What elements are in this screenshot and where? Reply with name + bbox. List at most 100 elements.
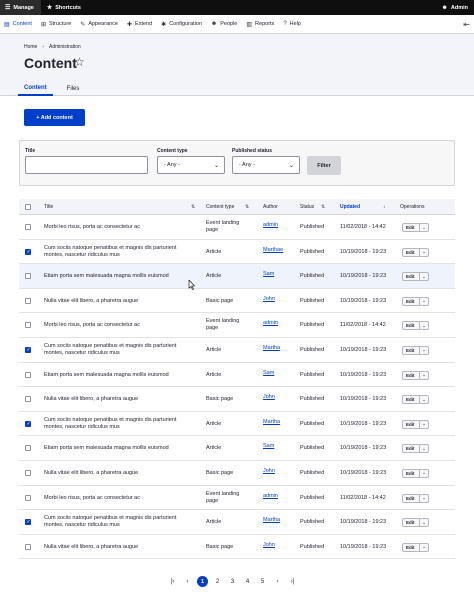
row-checkbox[interactable] xyxy=(25,494,31,501)
shortcuts-button[interactable]: ★ Shortcuts xyxy=(41,0,87,15)
edit-button[interactable]: Edit xyxy=(403,248,420,256)
row-title[interactable]: Nulla vitae elit libero, a pharetra augu… xyxy=(44,470,194,477)
status-select[interactable]: - Any - ⌄ xyxy=(232,156,300,174)
edit-button[interactable]: Edit xyxy=(403,273,420,281)
row-author[interactable]: Martha xyxy=(263,345,280,352)
chevron-down-icon[interactable]: ⌄ xyxy=(420,372,428,379)
pager-page[interactable]: 2 xyxy=(210,579,225,585)
edit-button[interactable]: Edit xyxy=(403,420,420,428)
collapse-toolbar-icon[interactable]: ⇤ xyxy=(463,20,470,29)
row-checkbox[interactable] xyxy=(25,396,31,403)
row-author[interactable]: admin xyxy=(263,320,278,327)
edit-button[interactable]: Edit xyxy=(403,396,420,404)
menu-item-content[interactable]: ▤ Content xyxy=(4,15,32,34)
menu-item-appearance[interactable]: ✎ Appearance xyxy=(80,15,118,34)
row-author[interactable]: Marthae xyxy=(263,247,283,254)
edit-button[interactable]: Edit xyxy=(403,224,420,231)
column-content-type[interactable]: Content type xyxy=(206,204,234,210)
chevron-down-icon[interactable]: ⌄ xyxy=(420,347,428,354)
row-title[interactable]: Cum sociis natoque penatibus et magnis d… xyxy=(44,245,194,259)
chevron-down-icon[interactable]: ⌄ xyxy=(420,519,428,526)
row-checkbox[interactable] xyxy=(25,445,31,452)
chevron-down-icon[interactable]: ⌄ xyxy=(420,396,428,403)
select-all-checkbox[interactable] xyxy=(25,204,31,210)
pager-page[interactable]: 5 xyxy=(255,579,270,585)
sort-icon[interactable]: ⇅ xyxy=(191,204,195,210)
edit-button[interactable]: Edit xyxy=(403,494,420,502)
row-checkbox[interactable] xyxy=(25,543,31,550)
row-title[interactable]: Nulla vitae elit libero, a pharetra augu… xyxy=(44,298,194,305)
filter-button[interactable]: Filter xyxy=(307,156,341,175)
edit-button[interactable]: Edit xyxy=(403,543,420,551)
row-title[interactable]: Cum sociis natoque penatibus et magnis d… xyxy=(44,343,194,357)
pager-page[interactable]: 3 xyxy=(225,579,240,585)
row-checkbox[interactable] xyxy=(25,248,31,255)
chevron-down-icon[interactable]: ⌄ xyxy=(420,224,428,231)
row-title[interactable]: Morbi leo risus, porta ac consectetur ac xyxy=(44,224,194,231)
row-checkbox[interactable] xyxy=(25,420,31,427)
chevron-down-icon[interactable]: ⌄ xyxy=(420,470,428,477)
title-filter-input[interactable] xyxy=(25,156,148,174)
menu-item-extend[interactable]: ✚ Extend xyxy=(127,15,152,34)
chevron-down-icon[interactable]: ⌄ xyxy=(420,273,428,280)
pager-next-icon[interactable]: › xyxy=(270,579,285,585)
content-type-select[interactable]: - Any - ⌄ xyxy=(157,156,225,174)
row-title[interactable]: Nulla vitae elit libero, a pharetra augu… xyxy=(44,544,194,551)
column-title[interactable]: Title xyxy=(44,204,53,210)
tab-content[interactable]: Content xyxy=(18,81,53,96)
row-author[interactable]: Sam xyxy=(263,443,274,450)
pager-page[interactable]: 4 xyxy=(240,579,255,585)
edit-button[interactable]: Edit xyxy=(403,346,420,354)
sort-icon[interactable]: ⇅ xyxy=(321,204,325,210)
user-button[interactable]: ☻ Admin xyxy=(436,0,474,15)
row-title[interactable]: Etiam porta sem malesuada magna mollis e… xyxy=(44,445,194,452)
menu-item-people[interactable]: ☻ People xyxy=(211,15,237,34)
row-title[interactable]: Cum sociis natoque penatibus et magnis d… xyxy=(44,417,194,431)
row-checkbox[interactable] xyxy=(25,273,31,280)
edit-button[interactable]: Edit xyxy=(403,469,420,477)
chevron-down-icon[interactable]: ⌄ xyxy=(420,421,428,428)
chevron-down-icon[interactable]: ⌄ xyxy=(420,249,428,256)
row-title[interactable]: Etiam porta sem malesuada magna mollis e… xyxy=(44,372,194,379)
pager-page[interactable]: 1 xyxy=(197,576,208,587)
chevron-down-icon[interactable]: ⌄ xyxy=(420,298,428,305)
edit-button[interactable]: Edit xyxy=(403,371,420,379)
chevron-down-icon[interactable]: ⌄ xyxy=(420,445,428,452)
chevron-down-icon[interactable]: ⌄ xyxy=(420,495,428,502)
sort-icon[interactable]: ⇅ xyxy=(245,204,249,210)
chevron-down-icon[interactable]: ⌄ xyxy=(420,322,428,329)
menu-item-structure[interactable]: ⊞ Structure xyxy=(41,15,71,34)
pager-first-icon[interactable]: |‹ xyxy=(165,579,180,585)
column-updated[interactable]: Updated xyxy=(340,204,360,210)
row-checkbox[interactable] xyxy=(25,371,31,378)
chevron-down-icon[interactable]: ⌄ xyxy=(420,544,428,551)
menu-item-help[interactable]: ? Help xyxy=(283,15,301,34)
row-author[interactable]: admin xyxy=(263,222,278,229)
pager-previous-icon[interactable]: ‹ xyxy=(180,579,195,585)
pager-last-icon[interactable]: ›| xyxy=(285,579,300,585)
row-author[interactable]: admin xyxy=(263,493,278,500)
row-checkbox[interactable] xyxy=(25,469,31,476)
row-title[interactable]: Etiam porta sem malesuada magna mollis e… xyxy=(44,273,194,280)
add-content-button[interactable]: + Add content xyxy=(24,109,85,126)
row-checkbox[interactable] xyxy=(25,322,31,329)
row-title[interactable]: Morbi leo risus, porta ac consectetur ac xyxy=(44,322,194,329)
row-author[interactable]: John xyxy=(263,468,275,475)
row-author[interactable]: John xyxy=(263,394,275,401)
tab-files[interactable]: Files xyxy=(61,81,86,96)
column-status[interactable]: Status xyxy=(300,204,314,210)
favorite-star-icon[interactable]: ☆ xyxy=(74,56,85,68)
row-author[interactable]: Sam xyxy=(263,271,274,278)
edit-button[interactable]: Edit xyxy=(403,519,420,527)
row-checkbox[interactable] xyxy=(25,224,31,230)
manage-button[interactable]: ☰ Manage xyxy=(0,0,41,15)
row-author[interactable]: John xyxy=(263,296,275,303)
edit-button[interactable]: Edit xyxy=(403,322,420,330)
menu-item-reports[interactable]: ▥ Reports xyxy=(246,15,274,34)
edit-button[interactable]: Edit xyxy=(403,445,420,453)
row-author[interactable]: Martha xyxy=(263,517,280,524)
row-checkbox[interactable] xyxy=(25,346,31,353)
row-checkbox[interactable] xyxy=(25,297,31,304)
row-author[interactable]: Sam xyxy=(263,370,274,377)
row-checkbox[interactable] xyxy=(25,519,31,526)
